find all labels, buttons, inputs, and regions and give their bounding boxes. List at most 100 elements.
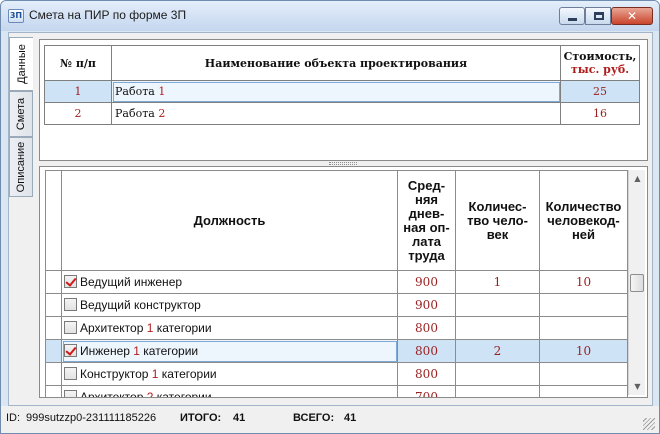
table-row[interactable]: Ведущий конструктор 900 bbox=[45, 293, 628, 317]
minimize-button[interactable] bbox=[559, 7, 585, 25]
position-name-text: Архитектор bbox=[80, 321, 147, 335]
checkbox-icon[interactable] bbox=[64, 390, 77, 397]
people-count[interactable]: 1 bbox=[455, 270, 540, 294]
row-selector[interactable] bbox=[45, 316, 62, 340]
daily-pay[interactable]: 900 bbox=[397, 293, 456, 317]
person-days[interactable] bbox=[539, 362, 628, 386]
resize-grip-icon[interactable] bbox=[643, 418, 655, 430]
position-name-text: Ведущий инженер bbox=[80, 275, 183, 289]
daily-pay[interactable]: 800 bbox=[397, 339, 456, 363]
status-id-value: 999sutzzp0-231111185226 bbox=[26, 412, 157, 424]
col-header-cost-line1: Стоимость, bbox=[563, 50, 637, 63]
people-count[interactable] bbox=[455, 316, 540, 340]
col-header-cost: Стоимость, тыс. руб. bbox=[560, 45, 640, 81]
positions-table: Должность Сред- няя днев- ная оп- лата т… bbox=[45, 170, 628, 398]
tab-estimate-label: Смета bbox=[15, 97, 27, 131]
position-name-cell[interactable]: Архитектор 1 категории bbox=[61, 316, 398, 340]
objects-panel: № п/п Наименование объекта проектировани… bbox=[39, 39, 648, 161]
row-selector[interactable] bbox=[45, 293, 62, 317]
tab-description[interactable]: Описание bbox=[9, 137, 33, 197]
scroll-down-icon[interactable]: ▼ bbox=[629, 378, 646, 395]
tab-data[interactable]: Данные bbox=[9, 37, 33, 91]
object-num: 1 bbox=[44, 80, 112, 103]
person-days[interactable] bbox=[539, 316, 628, 340]
col-header-person-days-line: Количество bbox=[545, 198, 622, 214]
col-header-daily-pay-line: ная оп- bbox=[403, 219, 450, 235]
col-header-person-days-line: человекод- bbox=[547, 212, 620, 228]
col-header-people-line: Количес- bbox=[468, 198, 527, 214]
position-name-cell[interactable]: Конструктор 1 категории bbox=[61, 362, 398, 386]
position-name-cell[interactable]: Ведущий инженер bbox=[61, 270, 398, 294]
status-total-value: 41 bbox=[233, 412, 246, 424]
table-row[interactable]: Конструктор 1 категории 800 bbox=[45, 362, 628, 386]
col-header-people-line: век bbox=[486, 226, 509, 242]
object-name-cell[interactable]: Работа 2 bbox=[111, 102, 561, 125]
splitter-grip-icon bbox=[329, 162, 357, 165]
status-bar: ID: 999sutzzp0-231111185226 ИТОГО: 41 ВС… bbox=[1, 406, 659, 433]
people-count[interactable] bbox=[455, 293, 540, 317]
object-name-number: 2 bbox=[158, 107, 166, 120]
col-header-daily-pay-line: няя bbox=[414, 191, 439, 207]
col-header-daily-pay: Сред- няя днев- ная оп- лата труда bbox=[397, 170, 456, 271]
status-all-value: 41 bbox=[344, 412, 357, 424]
col-header-cost-line2: тыс. руб. bbox=[570, 63, 630, 76]
table-row[interactable]: Ведущий инженер 900 1 10 bbox=[45, 270, 628, 294]
position-name-cell[interactable]: Архитектор 2 категории bbox=[61, 385, 398, 398]
person-days[interactable]: 10 bbox=[539, 270, 628, 294]
row-selector[interactable] bbox=[45, 270, 62, 294]
object-name-cell[interactable]: Работа 1 bbox=[111, 80, 561, 103]
people-count[interactable] bbox=[455, 362, 540, 386]
object-cost: 16 bbox=[560, 102, 640, 125]
checkbox-icon[interactable] bbox=[64, 367, 77, 380]
position-name-suffix: категории bbox=[158, 367, 217, 381]
client-area: Данные Смета Описание № п/п Наименование… bbox=[8, 32, 653, 406]
daily-pay[interactable]: 900 bbox=[397, 270, 456, 294]
position-name-suffix: категории bbox=[139, 344, 199, 358]
object-num: 2 bbox=[44, 102, 112, 125]
close-button[interactable]: ✕ bbox=[611, 7, 653, 25]
object-name-text: Работа bbox=[115, 85, 159, 98]
row-selector[interactable] bbox=[45, 362, 62, 386]
person-days[interactable] bbox=[539, 385, 628, 397]
objects-table: № п/п Наименование объекта проектировани… bbox=[44, 45, 640, 125]
position-name-suffix: категории bbox=[153, 390, 212, 398]
col-header-daily-pay-line: лата bbox=[411, 233, 442, 249]
app-icon: 3П bbox=[8, 9, 24, 23]
row-selector[interactable] bbox=[45, 339, 62, 363]
position-name-text: Инженер bbox=[80, 344, 134, 358]
people-count[interactable]: 2 bbox=[455, 339, 540, 363]
table-row[interactable]: Архитектор 2 категории 700 bbox=[45, 385, 628, 398]
table-row[interactable]: Архитектор 1 категории 800 bbox=[45, 316, 628, 340]
table-row[interactable]: 1 Работа 1 25 bbox=[44, 80, 640, 103]
checkbox-checked-icon[interactable] bbox=[64, 275, 77, 288]
col-header-daily-pay-line: днев- bbox=[408, 205, 445, 221]
tab-description-label: Описание bbox=[15, 141, 27, 193]
checkbox-checked-icon[interactable] bbox=[64, 344, 77, 357]
daily-pay[interactable]: 700 bbox=[397, 385, 456, 397]
row-selector[interactable] bbox=[45, 385, 62, 397]
window-title: Смета на ПИР по форме 3П bbox=[29, 8, 187, 22]
daily-pay[interactable]: 800 bbox=[397, 316, 456, 340]
object-cost: 25 bbox=[560, 80, 640, 103]
object-name-text: Работа bbox=[115, 107, 159, 120]
daily-pay[interactable]: 800 bbox=[397, 362, 456, 386]
table-row[interactable]: 2 Работа 2 16 bbox=[44, 102, 640, 125]
col-header-object-name: Наименование объекта проектирования bbox=[111, 45, 561, 81]
title-bar[interactable]: 3П Смета на ПИР по форме 3П ✕ bbox=[1, 1, 659, 31]
row-selector-header bbox=[45, 170, 62, 271]
position-name-cell[interactable]: Инженер 1 категории bbox=[61, 339, 398, 363]
checkbox-icon[interactable] bbox=[64, 321, 77, 334]
vertical-scrollbar[interactable]: ▲ ▼ bbox=[628, 170, 645, 395]
app-window: 3П Смета на ПИР по форме 3П ✕ Данные Сме… bbox=[0, 0, 660, 434]
checkbox-icon[interactable] bbox=[64, 298, 77, 311]
tab-estimate[interactable]: Смета bbox=[9, 91, 33, 137]
people-count[interactable] bbox=[455, 385, 540, 397]
position-name-text: Архитектор bbox=[80, 390, 147, 398]
person-days[interactable]: 10 bbox=[539, 339, 628, 363]
maximize-button[interactable] bbox=[585, 7, 611, 25]
scroll-thumb[interactable] bbox=[630, 274, 644, 292]
person-days[interactable] bbox=[539, 293, 628, 317]
position-name-cell[interactable]: Ведущий конструктор bbox=[61, 293, 398, 317]
table-row[interactable]: Инженер 1 категории 800 2 10 bbox=[45, 339, 628, 363]
scroll-up-icon[interactable]: ▲ bbox=[629, 170, 646, 187]
